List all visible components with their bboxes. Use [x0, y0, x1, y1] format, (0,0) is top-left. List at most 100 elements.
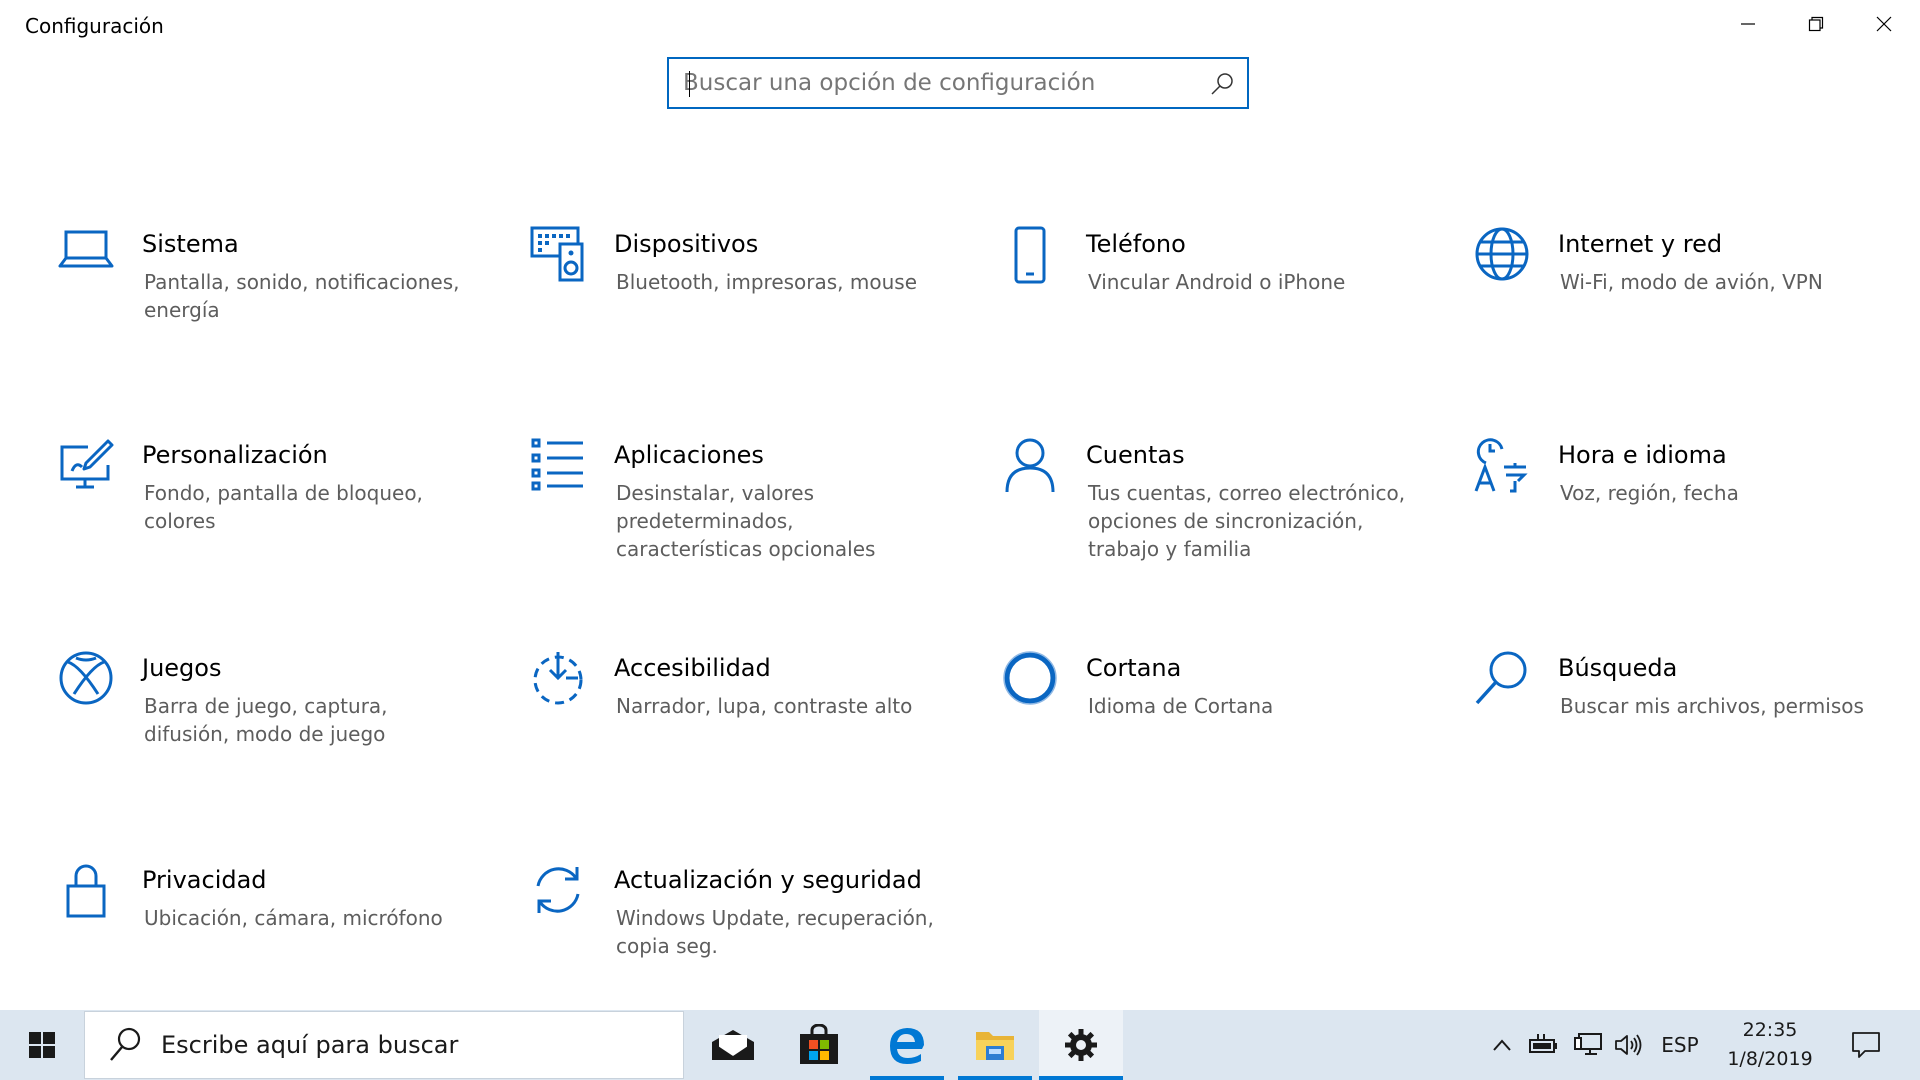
- category-title: Privacidad: [142, 866, 267, 894]
- text-caret: [689, 71, 690, 97]
- sync-icon: [536, 867, 580, 913]
- category-description: Voz, región, fecha: [1560, 481, 1739, 505]
- category-juegos[interactable]: Juegos Barra de juego, captura, difusión…: [56, 650, 476, 800]
- category-title: Accesibilidad: [614, 654, 771, 682]
- search-icon: [110, 1027, 141, 1061]
- taskbar-app-mail[interactable]: [696, 1010, 770, 1080]
- phone-icon: [1014, 226, 1046, 284]
- category-title: Aplicaciones: [614, 441, 764, 469]
- category-actualizacion-y-seguridad[interactable]: Actualización y seguridad Windows Update…: [528, 862, 948, 1012]
- category-title: Búsqueda: [1558, 654, 1678, 682]
- running-indicator: [870, 1076, 944, 1080]
- magnifier-icon: [1475, 651, 1527, 705]
- taskbar-app-file-explorer[interactable]: [958, 1010, 1032, 1080]
- category-description: Narrador, lupa, contraste alto: [616, 694, 913, 718]
- search-input[interactable]: [683, 59, 1183, 107]
- category-privacidad[interactable]: Privacidad Ubicación, cámara, micrófono: [56, 862, 476, 1012]
- category-title: Juegos: [142, 654, 222, 682]
- speaker-icon: [1615, 1034, 1642, 1056]
- category-telefono[interactable]: Teléfono Vincular Android o iPhone: [1000, 226, 1420, 376]
- category-description: Bluetooth, impresoras, mouse: [616, 270, 918, 294]
- category-dispositivos[interactable]: Dispositivos Bluetooth, impresoras, mous…: [528, 226, 948, 376]
- cortana-icon: [1003, 651, 1057, 705]
- category-busqueda[interactable]: Búsqueda Buscar mis archivos, permisos: [1472, 650, 1892, 800]
- title-bar: Configuración: [0, 0, 1920, 56]
- close-button[interactable]: [1850, 0, 1918, 48]
- window-title: Configuración: [25, 14, 164, 38]
- category-description: Idioma de Cortana: [1088, 694, 1274, 718]
- tray-power[interactable]: [1526, 1010, 1562, 1080]
- tray-input-language[interactable]: ESP: [1654, 1010, 1706, 1080]
- category-description: Pantalla, sonido, notificaciones, energí…: [144, 270, 460, 322]
- category-personalizacion[interactable]: Personalización Fondo, pantalla de bloqu…: [56, 437, 476, 587]
- start-button[interactable]: [0, 1010, 84, 1080]
- laptop-icon: [58, 230, 114, 268]
- category-title: Internet y red: [1558, 230, 1723, 258]
- category-description: Wi-Fi, modo de avión, VPN: [1560, 270, 1823, 294]
- category-description: Desinstalar, valores predeterminados, ca…: [616, 481, 876, 561]
- category-hora-e-idioma[interactable]: Hora e idioma Voz, región, fecha: [1472, 437, 1892, 587]
- time-language-icon: [1474, 438, 1528, 493]
- clock-time: 22:35: [1742, 1019, 1798, 1041]
- person-icon: [1005, 438, 1055, 493]
- close-icon: [1876, 16, 1892, 32]
- xbox-icon: [59, 651, 113, 705]
- category-title: Personalización: [142, 441, 328, 469]
- category-cuentas[interactable]: Cuentas Tus cuentas, correo electrónico,…: [1000, 437, 1420, 587]
- clock-date: 1/8/2019: [1727, 1048, 1813, 1070]
- category-title: Hora e idioma: [1558, 441, 1727, 469]
- category-sistema[interactable]: Sistema Pantalla, sonido, notificaciones…: [56, 226, 476, 376]
- show-hidden-icons-button[interactable]: [1486, 1010, 1518, 1080]
- restore-icon: [1808, 16, 1824, 32]
- category-title: Cortana: [1086, 654, 1182, 682]
- tray-volume[interactable]: [1612, 1010, 1646, 1080]
- network-icon: [1574, 1033, 1602, 1055]
- taskbar-app-store[interactable]: [782, 1010, 856, 1080]
- category-description: Fondo, pantalla de bloqueo, colores: [144, 481, 423, 533]
- restore-button[interactable]: [1782, 0, 1850, 48]
- apps-list-icon: [531, 438, 583, 491]
- category-description: Tus cuentas, correo electrónico, opcione…: [1088, 481, 1406, 561]
- globe-icon: [1475, 227, 1529, 281]
- language-indicator: ESP: [1661, 1033, 1699, 1057]
- file-explorer-icon: [976, 1032, 1014, 1060]
- windows-logo-icon: [29, 1032, 55, 1058]
- taskbar-search-text: Escribe aquí para buscar: [161, 1031, 459, 1059]
- accessibility-icon: [533, 652, 583, 705]
- personalization-icon: [60, 439, 114, 489]
- category-title: Cuentas: [1086, 441, 1185, 469]
- tray-clock[interactable]: 22:35 1/8/2019: [1710, 1016, 1830, 1074]
- settings-search-box[interactable]: [667, 57, 1249, 109]
- minimize-button[interactable]: [1714, 0, 1782, 48]
- category-description: Buscar mis archivos, permisos: [1560, 694, 1864, 718]
- store-icon: [800, 1024, 838, 1064]
- taskbar-app-settings[interactable]: [1039, 1010, 1123, 1080]
- running-indicator: [1039, 1076, 1123, 1080]
- category-title: Teléfono: [1086, 230, 1186, 258]
- category-description: Windows Update, recuperación, copia seg.: [616, 906, 934, 958]
- category-accesibilidad[interactable]: Accesibilidad Narrador, lupa, contraste …: [528, 650, 948, 800]
- category-cortana[interactable]: Cortana Idioma de Cortana: [1000, 650, 1420, 800]
- category-description: Barra de juego, captura, difusión, modo …: [144, 694, 388, 746]
- search-icon[interactable]: [1209, 71, 1235, 97]
- taskbar-app-edge[interactable]: [870, 1010, 944, 1080]
- category-internet-y-red[interactable]: Internet y red Wi-Fi, modo de avión, VPN: [1472, 226, 1892, 376]
- edge-icon: [890, 1028, 924, 1064]
- minimize-icon: [1741, 23, 1755, 25]
- category-aplicaciones[interactable]: Aplicaciones Desinstalar, valores predet…: [528, 437, 948, 587]
- chevron-up-icon: [1493, 1039, 1511, 1051]
- notification-icon: [1852, 1032, 1880, 1058]
- tray-network[interactable]: [1570, 1010, 1606, 1080]
- mail-icon: [712, 1030, 754, 1060]
- settings-gear-icon: [1065, 1029, 1097, 1061]
- action-center-button[interactable]: [1840, 1010, 1892, 1080]
- taskbar-search-box[interactable]: Escribe aquí para buscar: [84, 1011, 684, 1079]
- category-description: Ubicación, cámara, micrófono: [144, 906, 443, 930]
- category-title: Sistema: [142, 230, 239, 258]
- category-title: Dispositivos: [614, 230, 759, 258]
- category-title: Actualización y seguridad: [614, 866, 922, 894]
- running-indicator: [958, 1076, 1032, 1080]
- devices-icon: [530, 226, 584, 282]
- lock-icon: [66, 864, 106, 918]
- battery-plug-icon: [1529, 1034, 1557, 1053]
